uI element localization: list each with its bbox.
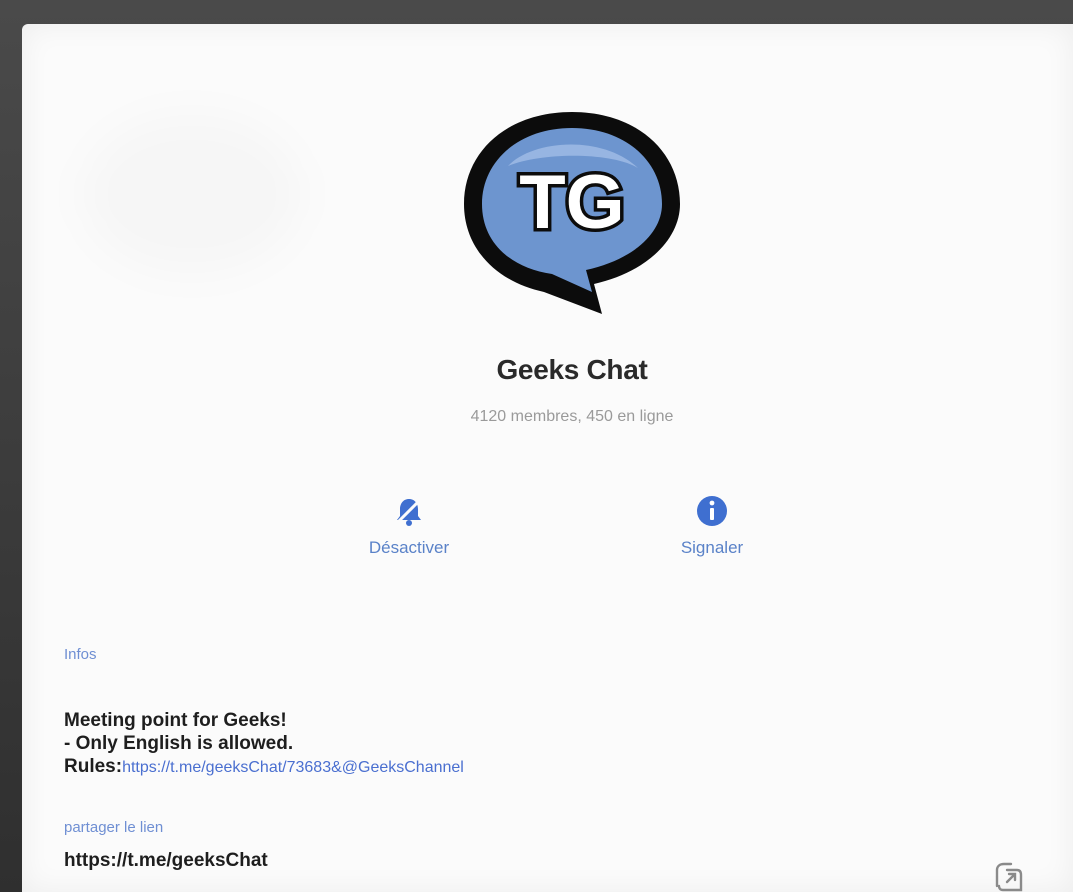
rules-prefix: Rules: bbox=[64, 756, 123, 777]
mute-button-label: Désactiver bbox=[368, 538, 450, 557]
description-line: Meeting point for Geeks! bbox=[64, 710, 287, 731]
logo-text: TG bbox=[519, 160, 625, 245]
share-section-label: partager le lien bbox=[64, 819, 164, 836]
notification-bell-icon bbox=[394, 496, 424, 526]
info-section-label: Infos bbox=[64, 646, 97, 663]
rules-link[interactable]: https://t.me/geeksChat/73683&@GeeksChann… bbox=[122, 759, 464, 776]
invite-link[interactable]: https://t.me/geeksChat bbox=[64, 850, 268, 872]
mute-button[interactable]: Désactiver bbox=[324, 494, 494, 558]
rules-line: Rules:https://t.me/geeksChat/73683&@Geek… bbox=[64, 755, 464, 779]
chat-title: Geeks Chat bbox=[496, 354, 648, 385]
group-logo-icon: TG bbox=[464, 112, 680, 314]
member-count: 4120 membres, 450 en ligne bbox=[470, 408, 674, 425]
description-line: - Only English is allowed. bbox=[64, 733, 294, 754]
window-frame: TG Geeks Chat 4120 membres, 450 en ligne… bbox=[0, 0, 1073, 892]
info-icon bbox=[697, 496, 727, 526]
chat-description: Meeting point for Geeks! - Only English … bbox=[64, 709, 464, 779]
report-button-label: Signaler bbox=[680, 538, 744, 557]
share-link-icon[interactable] bbox=[987, 856, 1029, 892]
background-smudge bbox=[82, 114, 302, 274]
report-button[interactable]: Signaler bbox=[627, 494, 797, 558]
chat-info-panel: TG Geeks Chat 4120 membres, 450 en ligne… bbox=[22, 24, 1073, 892]
